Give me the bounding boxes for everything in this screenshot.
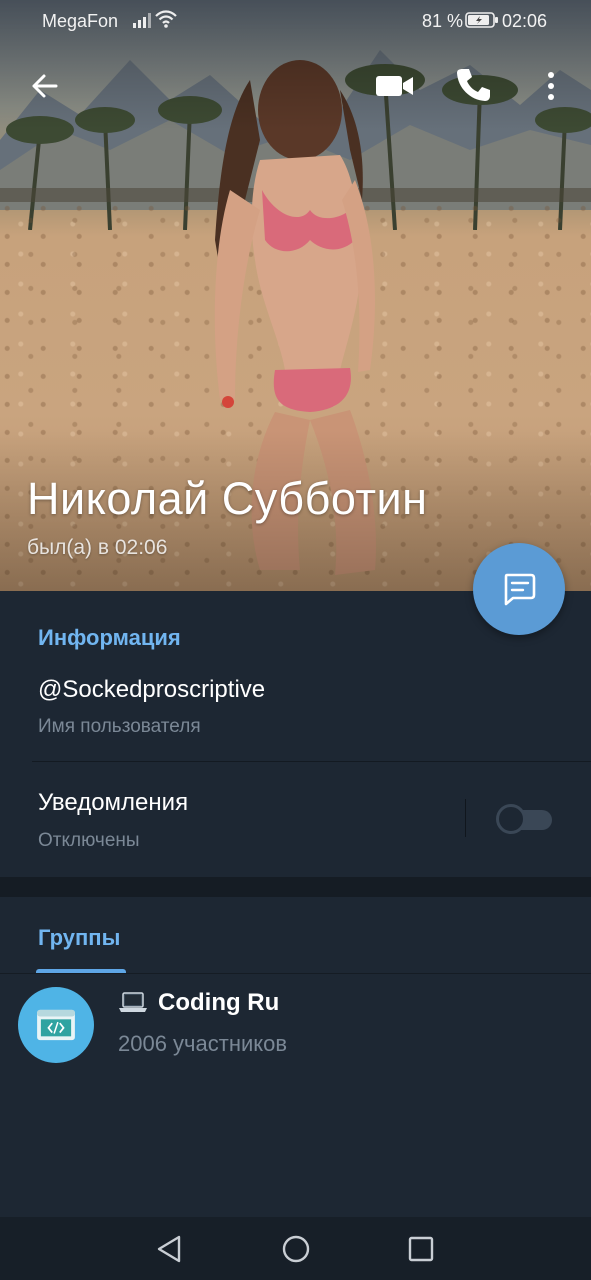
back-button[interactable] xyxy=(26,66,66,106)
group-member-count: 2006 участников xyxy=(118,1031,288,1056)
divider xyxy=(32,761,591,762)
more-vertical-icon xyxy=(548,72,554,100)
profile-photo[interactable]: MegaFon 81 % 02:06 Николай Субботин был(… xyxy=(0,0,591,591)
nav-recents-icon[interactable] xyxy=(407,1235,435,1263)
section-separator xyxy=(0,877,591,897)
signal-icon xyxy=(133,13,151,28)
tab-groups[interactable]: Группы xyxy=(38,925,120,951)
battery-percent: 81 % xyxy=(422,11,464,31)
notifications-status: Отключены xyxy=(38,830,140,851)
nav-back-icon[interactable] xyxy=(155,1234,183,1264)
send-message-button[interactable] xyxy=(473,543,565,635)
wifi-icon xyxy=(155,10,177,28)
info-section-title: Информация xyxy=(38,625,181,650)
divider xyxy=(0,973,591,974)
status-bar: MegaFon 81 % 02:06 xyxy=(0,0,591,42)
info-section: Информация @Sockedproscriptive Имя польз… xyxy=(0,591,591,877)
profile-name: Николай Субботин xyxy=(27,473,428,524)
last-seen-status: был(а) в 02:06 xyxy=(27,536,168,559)
groups-section: Группы Coding Ru 2006 участников xyxy=(0,897,591,1217)
video-call-button[interactable] xyxy=(372,66,418,106)
system-navigation-bar xyxy=(0,1217,591,1280)
video-camera-icon xyxy=(376,76,413,96)
group-avatar xyxy=(18,987,94,1063)
carrier-name: MegaFon xyxy=(42,11,119,31)
divider xyxy=(465,799,466,837)
username-value[interactable]: @Sockedproscriptive xyxy=(38,676,265,704)
nav-home-icon[interactable] xyxy=(281,1234,311,1264)
phone-icon xyxy=(457,69,490,101)
username-label: Имя пользователя xyxy=(38,716,201,737)
group-list-item[interactable]: Coding Ru 2006 участников xyxy=(0,981,591,1071)
notifications-title[interactable]: Уведомления xyxy=(38,789,188,817)
battery-icon xyxy=(465,12,498,28)
voice-call-button[interactable] xyxy=(452,64,494,106)
laptop-icon xyxy=(119,992,147,1012)
back-arrow-icon xyxy=(32,74,58,98)
group-title: Coding Ru xyxy=(118,989,279,1017)
group-name: Coding Ru xyxy=(158,989,280,1016)
status-clock: 02:06 xyxy=(502,11,548,31)
message-icon xyxy=(504,573,536,606)
code-window-icon xyxy=(37,1009,75,1041)
notifications-toggle[interactable] xyxy=(496,804,552,834)
toggle-knob xyxy=(496,804,526,834)
more-options-button[interactable] xyxy=(536,66,566,106)
